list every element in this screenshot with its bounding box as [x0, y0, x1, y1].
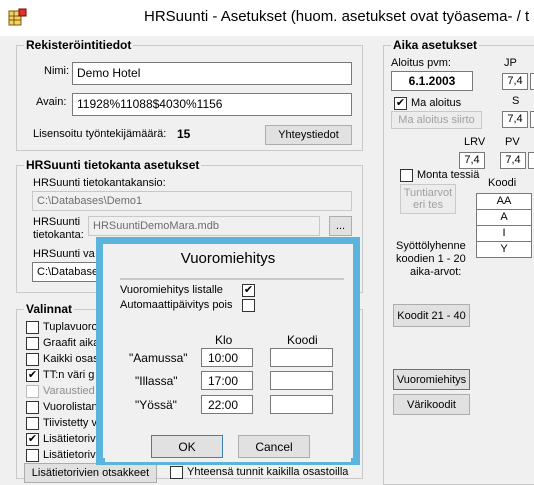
db-file-input[interactable]: HRSuuntiDemoMara.mdb	[88, 216, 320, 236]
input-hint-line3: aika-arvot:	[410, 266, 462, 278]
option-checkbox[interactable]	[26, 385, 39, 398]
totals-all-departments-label: Yhteensä tunnit kaikilla osastoilla	[187, 466, 349, 478]
db-folder-input[interactable]: C:\Databases\Demo1	[32, 191, 352, 211]
pv-input[interactable]: 7,4	[500, 152, 526, 169]
s-label: S	[512, 95, 520, 107]
totals-all-departments-checkbox[interactable]	[170, 466, 183, 479]
browse-button[interactable]: ...	[329, 216, 352, 236]
code-cell[interactable]: AA	[476, 193, 532, 210]
option-checkbox[interactable]	[26, 417, 39, 430]
morning-code-input[interactable]	[270, 348, 333, 367]
codes-21-40-button[interactable]: Koodit 21 - 40	[393, 304, 470, 327]
choices-group-title: Valinnat	[24, 302, 75, 316]
code-cell[interactable]: Y	[476, 241, 532, 258]
option-label: Tiivistetty v	[43, 417, 97, 429]
extra-headers-button[interactable]: Lisätietorivien otsakkeet	[24, 463, 157, 483]
shift-staffing-button[interactable]: Vuoromiehitys	[393, 369, 470, 390]
db-folder-label: HRSuunti tietokantakansio:	[33, 177, 166, 189]
name-label: Nimi:	[44, 65, 70, 77]
licensed-label: Lisensoitu työntekijämäärä:	[33, 128, 167, 140]
shift-staffing-dialog: Vuoromiehitys Vuoromiehitys listalle ✔ A…	[96, 237, 360, 465]
code-column-header: Koodi	[287, 333, 318, 347]
ok-button[interactable]: OK	[151, 435, 223, 458]
pv-label: PV	[505, 136, 520, 148]
ma-start-label: Ma aloitus	[411, 97, 462, 109]
option-checkbox[interactable]: ✔	[26, 369, 39, 382]
time-column-header: Klo	[215, 333, 233, 347]
multi-tes-checkbox[interactable]	[400, 169, 413, 182]
option-label: Lisätietorivi	[43, 433, 99, 445]
start-date-label: Aloitus pvm:	[391, 57, 451, 69]
key-input[interactable]: 11928%11088$4030%1156	[72, 93, 352, 116]
code-cell[interactable]: A	[476, 209, 532, 226]
multi-tes-label: Monta tessiä	[417, 169, 480, 181]
option-checkbox[interactable]	[26, 449, 39, 462]
app-icon	[8, 8, 28, 28]
night-label: "Yössä"	[135, 398, 177, 412]
option-label: Kaikki osas	[43, 353, 99, 365]
auto-update-checkbox[interactable]	[242, 299, 255, 312]
db-label-line2: tietokanta:	[33, 229, 84, 241]
lrv-label: LRV	[464, 136, 486, 148]
ma-start-checkbox[interactable]: ✔	[394, 97, 407, 110]
s-input[interactable]: 7,4	[502, 111, 528, 128]
cancel-button[interactable]: Cancel	[238, 435, 310, 458]
option-checkbox[interactable]	[26, 353, 39, 366]
list-label: Vuoromiehitys listalle	[120, 284, 223, 296]
option-label: TT:n väri g	[43, 369, 95, 381]
tes-defaults-line1: Tuntiarvot	[403, 187, 453, 199]
db-label-line1: HRSuunti	[33, 216, 81, 228]
dialog-title: Vuoromiehitys	[180, 250, 276, 267]
licensed-count: 15	[177, 127, 191, 141]
input-hint-line1: Syöttölyhenne	[396, 240, 466, 252]
code-header: Koodi	[488, 177, 517, 189]
contact-info-button[interactable]: Yhteystiedot	[265, 125, 352, 145]
code-cell[interactable]: I	[476, 225, 532, 242]
jp-input[interactable]: 7,4	[502, 73, 528, 90]
jp-label: JP	[504, 57, 517, 69]
morning-time-input[interactable]: 10:00	[201, 348, 253, 367]
name-input[interactable]: Demo Hotel	[72, 62, 352, 85]
input-hint-line2: koodien 1 - 20	[396, 253, 466, 265]
window-title: HRSuunti - Asetukset (huom. asetukset ov…	[144, 8, 530, 25]
key-label: Avain:	[36, 96, 67, 108]
dialog-divider	[120, 278, 344, 280]
option-checkbox[interactable]	[26, 321, 39, 334]
option-checkbox[interactable]: ✔	[26, 433, 39, 446]
database-group-title: HRSuunti tietokanta asetukset	[24, 158, 202, 172]
option-label: Vuorolistan	[43, 401, 98, 413]
pv-extra-input[interactable]	[528, 152, 534, 169]
list-checkbox[interactable]: ✔	[242, 284, 255, 297]
tes-defaults-button[interactable]: Tuntiarvot eri tes	[400, 184, 456, 214]
evening-code-input[interactable]	[270, 371, 333, 390]
jp-extra-input[interactable]	[530, 73, 534, 90]
night-time-input[interactable]: 22:00	[201, 395, 253, 414]
start-date-input[interactable]: 6.1.2003	[391, 71, 473, 91]
lrv-input[interactable]: 7,4	[459, 152, 485, 169]
tes-defaults-line2: eri tes	[413, 199, 443, 211]
option-checkbox[interactable]	[26, 401, 39, 414]
color-codes-button[interactable]: Värikoodit	[393, 394, 470, 415]
ma-start-shift-button[interactable]: Ma aloitus siirto	[391, 111, 482, 129]
option-checkbox[interactable]	[26, 337, 39, 350]
option-label: Varaustied	[43, 385, 95, 397]
auto-update-label: Automaattipäivitys pois	[120, 299, 233, 311]
evening-time-input[interactable]: 17:00	[201, 371, 253, 390]
morning-label: "Aamussa"	[129, 351, 188, 365]
evening-label: "Illassa"	[135, 374, 178, 388]
option-label: Tuplavuoro	[43, 321, 98, 333]
db-var-label: HRSuunti va	[33, 248, 95, 260]
s-extra-input[interactable]	[530, 111, 534, 128]
option-label: Graafit aika	[43, 337, 100, 349]
night-code-input[interactable]	[270, 395, 333, 414]
time-settings-title: Aika asetukset	[391, 38, 480, 52]
option-label: Lisätietorivi	[43, 449, 99, 461]
registration-group-title: Rekisteröintitiedot	[24, 38, 134, 52]
